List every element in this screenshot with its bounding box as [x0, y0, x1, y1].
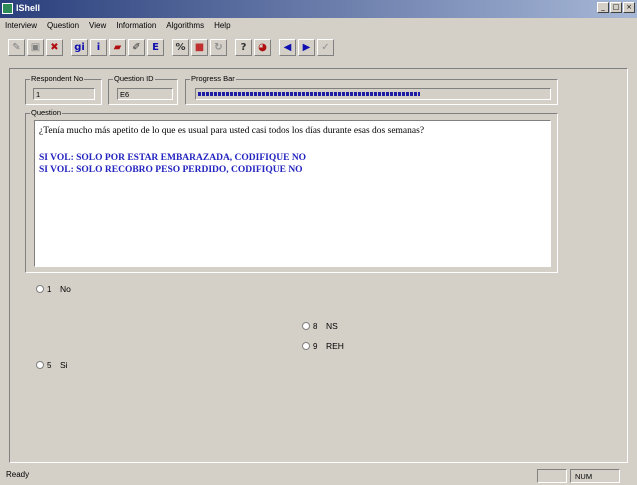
radio-circle[interactable]	[302, 342, 310, 350]
stats-button[interactable]: %	[172, 38, 189, 56]
progress-fill	[198, 92, 420, 96]
prev-button[interactable]: ◀	[279, 38, 296, 56]
option-label: REH	[326, 341, 344, 351]
option-ns[interactable]: 8 NS	[302, 321, 338, 331]
num-lock-indicator: NUM	[570, 469, 620, 483]
option-label: No	[60, 284, 71, 294]
option-code: 9	[313, 341, 318, 351]
info-icon: i	[96, 41, 101, 53]
ref-icon: E	[152, 41, 159, 53]
cross-button[interactable]: ✖	[46, 38, 63, 56]
question-label: Question	[30, 108, 63, 117]
pencil-button[interactable]: ✎	[8, 38, 25, 56]
edit-icon: ✐	[132, 41, 141, 53]
instruction-1: SI VOL: SOLO POR ESTAR EMBARAZADA, CODIF…	[39, 153, 307, 163]
ref-button[interactable]: E	[147, 38, 164, 56]
info-gi-icon: gi	[74, 41, 85, 53]
erase-icon: ◕	[258, 41, 267, 53]
option-si[interactable]: 5 Si	[36, 360, 68, 370]
option-code: 5	[47, 360, 52, 370]
edit-button[interactable]: ✐	[128, 38, 145, 56]
refresh-button[interactable]: ↻	[210, 38, 227, 56]
status-bar: Ready NUM	[0, 467, 637, 485]
status-panel-blank	[537, 469, 567, 483]
toolbar: ✎ ▣ ✖ gi i ▰ ✐ E% ■ ↻? ◕ ◀ ▶ ✓	[8, 36, 334, 58]
window-title: IShell	[16, 3, 41, 13]
prev-icon: ◀	[283, 41, 292, 53]
check-button[interactable]: ✓	[317, 38, 334, 56]
erase-button[interactable]: ◕	[254, 38, 271, 56]
instruction-2: SI VOL: SOLO RECOBRO PESO PERDIDO, CODIF…	[39, 165, 303, 175]
minimize-button[interactable]: _	[597, 2, 609, 13]
option-label: NS	[326, 321, 338, 331]
next-icon: ▶	[302, 41, 311, 53]
menu-question[interactable]: Question	[42, 21, 84, 30]
stats-icon: %	[175, 41, 186, 53]
notes-button[interactable]: ▣	[27, 38, 44, 56]
palette-icon: ■	[194, 41, 205, 53]
maximize-button[interactable]: □	[610, 2, 622, 13]
status-text: Ready	[6, 470, 30, 479]
flag-icon: ▰	[113, 41, 122, 53]
question-text: ¿Tenía mucho más apetito de lo que es us…	[39, 126, 425, 136]
help-button[interactable]: ?	[235, 38, 252, 56]
progress-bar	[195, 88, 551, 100]
cross-icon: ✖	[50, 41, 59, 53]
app-icon[interactable]	[2, 3, 13, 14]
radio-circle[interactable]	[302, 322, 310, 330]
flag-button[interactable]: ▰	[109, 38, 126, 56]
refresh-icon: ↻	[214, 41, 223, 53]
menu-help[interactable]: Help	[209, 21, 235, 30]
title-bar: IShell _ □ ×	[0, 0, 637, 18]
radio-circle[interactable]	[36, 285, 44, 293]
option-label: Si	[60, 360, 68, 370]
check-icon: ✓	[321, 41, 330, 53]
respondent-field: 1	[33, 88, 95, 100]
info-gi-button[interactable]: gi	[71, 38, 88, 56]
question-id-field: E6	[117, 88, 173, 100]
next-button[interactable]: ▶	[298, 38, 315, 56]
help-icon: ?	[240, 41, 247, 53]
option-code: 1	[47, 284, 52, 294]
question-box: ¿Tenía mucho más apetito de lo que es us…	[34, 120, 551, 267]
option-code: 8	[313, 321, 318, 331]
menu-interview[interactable]: Interview	[0, 21, 42, 30]
menu-information[interactable]: Information	[111, 21, 161, 30]
close-button[interactable]: ×	[623, 2, 635, 13]
option-no[interactable]: 1 No	[36, 284, 71, 294]
palette-button[interactable]: ■	[191, 38, 208, 56]
info-button[interactable]: i	[90, 38, 107, 56]
menu-bar: Interview Question View Information Algo…	[0, 18, 637, 32]
menu-algorithms[interactable]: Algorithms	[161, 21, 209, 30]
menu-view[interactable]: View	[84, 21, 111, 30]
respondent-label: Respondent No	[30, 74, 85, 83]
question-id-label: Question ID	[113, 74, 155, 83]
radio-circle[interactable]	[36, 361, 44, 369]
progress-label: Progress Bar	[190, 74, 236, 83]
pencil-icon: ✎	[12, 41, 21, 53]
notes-icon: ▣	[30, 41, 41, 53]
option-reh[interactable]: 9 REH	[302, 341, 344, 351]
